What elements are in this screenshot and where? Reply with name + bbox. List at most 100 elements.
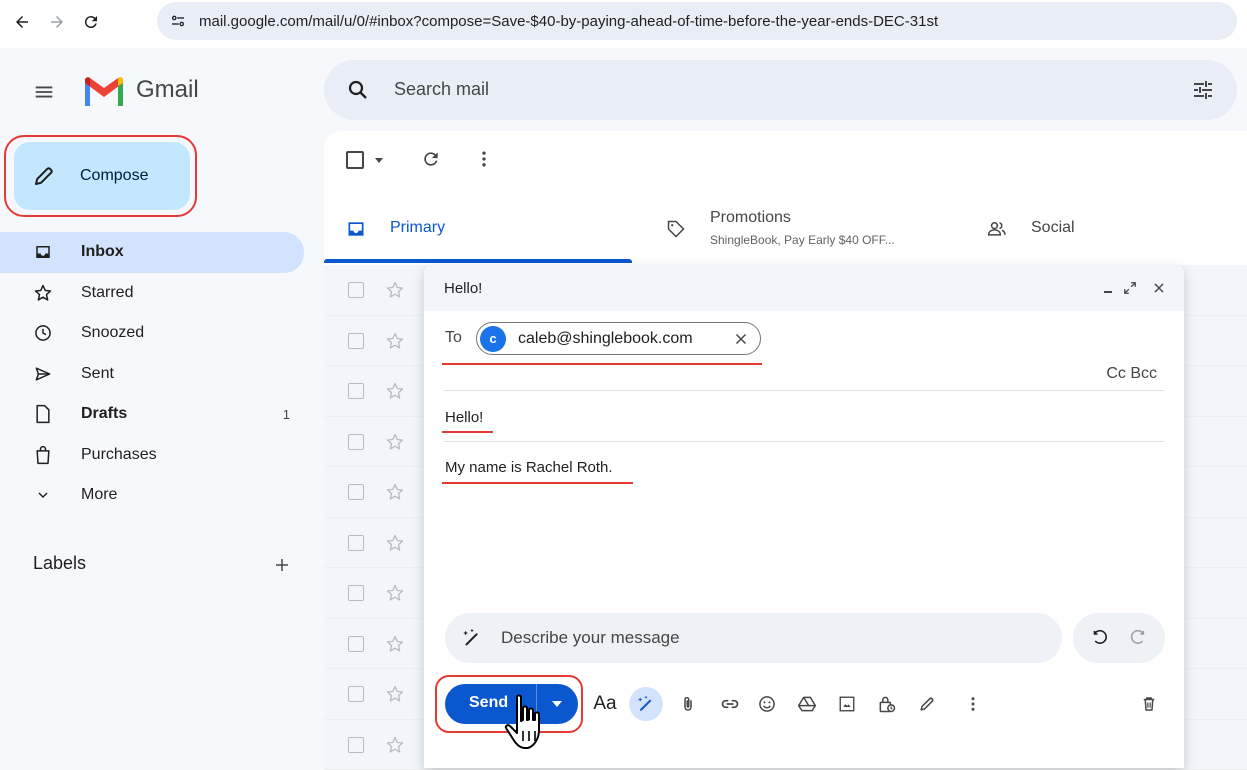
to-label: To [445, 329, 462, 347]
star-outline-icon[interactable] [385, 634, 405, 654]
forward-icon[interactable] [45, 10, 69, 34]
search-input[interactable]: Search mail [394, 79, 489, 100]
search-icon[interactable] [346, 78, 370, 102]
sidebar-item-purchases[interactable]: Purchases [0, 435, 304, 476]
sidebar-item-label: Sent [81, 365, 114, 383]
magic-pen-icon [461, 627, 483, 649]
search-bar[interactable]: Search mail [324, 60, 1237, 120]
row-checkbox[interactable] [348, 434, 364, 450]
recipient-avatar: c [480, 326, 506, 352]
star-outline-icon[interactable] [385, 482, 405, 502]
back-icon[interactable] [10, 10, 34, 34]
row-checkbox[interactable] [348, 737, 364, 753]
star-outline-icon[interactable] [385, 533, 405, 553]
expand-icon[interactable] [1121, 279, 1139, 297]
select-options-caret-icon[interactable] [374, 155, 384, 165]
site-settings-icon[interactable] [167, 10, 189, 32]
pencil-icon [32, 164, 56, 188]
send-options-caret-icon[interactable] [551, 699, 563, 709]
help-me-write-icon[interactable] [629, 687, 663, 721]
undo-redo-group [1073, 613, 1165, 663]
star-outline-icon[interactable] [385, 684, 405, 704]
row-checkbox[interactable] [348, 585, 364, 601]
star-outline-icon[interactable] [385, 280, 405, 300]
row-checkbox[interactable] [348, 636, 364, 652]
more-options-icon[interactable] [960, 691, 986, 717]
row-checkbox[interactable] [348, 686, 364, 702]
compose-title: Hello! [444, 280, 482, 297]
sidebar-item-snoozed[interactable]: Snoozed [0, 313, 304, 354]
hand-cursor-icon [503, 693, 551, 755]
active-tab-indicator [324, 259, 632, 263]
row-checkbox[interactable] [348, 535, 364, 551]
attach-icon[interactable] [675, 691, 701, 717]
message-body[interactable]: My name is Rachel Roth. [445, 459, 613, 476]
cc-bcc-link[interactable]: Cc Bcc [1106, 365, 1157, 383]
bag-icon [33, 445, 53, 465]
recipient-email: caleb@shinglebook.com [518, 330, 693, 348]
sidebar-item-starred[interactable]: Starred [0, 273, 304, 314]
sidebar-item-inbox[interactable]: Inbox [0, 232, 304, 273]
emoji-icon[interactable] [754, 691, 780, 717]
more-options-icon[interactable] [474, 149, 496, 171]
undo-icon[interactable] [1089, 627, 1111, 649]
address-bar[interactable]: mail.google.com/mail/u/0/#inbox?compose=… [157, 2, 1237, 40]
gmail-logo-icon[interactable] [82, 76, 126, 108]
sidebar-item-label: Inbox [81, 243, 124, 261]
clock-icon [33, 323, 53, 343]
recipient-highlight-underline [442, 363, 762, 365]
confidential-mode-icon[interactable] [874, 691, 900, 717]
add-label-icon[interactable] [270, 553, 294, 577]
sidebar-item-sent[interactable]: Sent [0, 354, 304, 395]
subject-field[interactable]: Hello! [445, 409, 483, 426]
remove-recipient-icon[interactable] [732, 330, 750, 348]
sidebar-item-more[interactable]: More [0, 475, 304, 516]
star-outline-icon[interactable] [385, 432, 405, 452]
star-outline-icon[interactable] [385, 583, 405, 603]
help-me-write-input[interactable]: Describe your message [445, 613, 1062, 663]
tag-icon [666, 219, 688, 241]
formatting-options-button[interactable]: Aa [592, 691, 618, 717]
recipient-chip[interactable]: c caleb@shinglebook.com [476, 322, 761, 355]
sidebar-item-drafts[interactable]: Drafts 1 [0, 394, 304, 435]
tab-primary[interactable]: Primary [324, 201, 632, 263]
url-text[interactable]: mail.google.com/mail/u/0/#inbox?compose=… [199, 13, 938, 30]
redo-icon[interactable] [1127, 627, 1149, 649]
signature-pen-icon[interactable] [914, 691, 940, 717]
send-icon [33, 364, 53, 384]
tab-promotions[interactable]: Promotions ShingleBook, Pay Early $40 OF… [654, 201, 954, 263]
draft-icon [33, 404, 53, 424]
sidebar-item-label: Drafts [81, 405, 127, 423]
row-checkbox[interactable] [348, 484, 364, 500]
row-checkbox[interactable] [348, 282, 364, 298]
compose-button[interactable]: Compose [14, 142, 190, 210]
star-outline-icon[interactable] [385, 735, 405, 755]
tab-social[interactable]: Social [984, 201, 1224, 263]
discard-draft-icon[interactable] [1136, 691, 1162, 717]
inbox-tab-icon [346, 219, 368, 241]
row-checkbox[interactable] [348, 383, 364, 399]
insert-photo-icon[interactable] [834, 691, 860, 717]
browser-toolbar: mail.google.com/mail/u/0/#inbox?compose=… [0, 0, 1247, 48]
main-menu-icon[interactable] [30, 78, 58, 106]
subject-highlight-underline [442, 431, 493, 433]
compose-label: Compose [80, 167, 148, 185]
close-icon[interactable] [1150, 279, 1168, 297]
search-options-icon[interactable] [1191, 78, 1215, 102]
tab-label: Social [1031, 219, 1075, 237]
select-all-checkbox[interactable] [346, 151, 364, 169]
drive-icon[interactable] [794, 691, 820, 717]
chevron-down-icon [33, 485, 53, 505]
link-icon[interactable] [717, 691, 743, 717]
tab-label: Primary [390, 219, 445, 237]
reload-icon[interactable] [79, 10, 103, 34]
app-name: Gmail [136, 76, 199, 104]
compose-header[interactable]: Hello! [424, 265, 1184, 311]
star-outline-icon[interactable] [385, 331, 405, 351]
inbox-icon [33, 242, 53, 262]
refresh-icon[interactable] [421, 149, 443, 171]
star-outline-icon[interactable] [385, 381, 405, 401]
row-checkbox[interactable] [348, 333, 364, 349]
sidebar-nav: Inbox Starred Snoozed Sent Drafts 1 Purc… [0, 232, 304, 516]
minimize-icon[interactable] [1099, 279, 1117, 297]
